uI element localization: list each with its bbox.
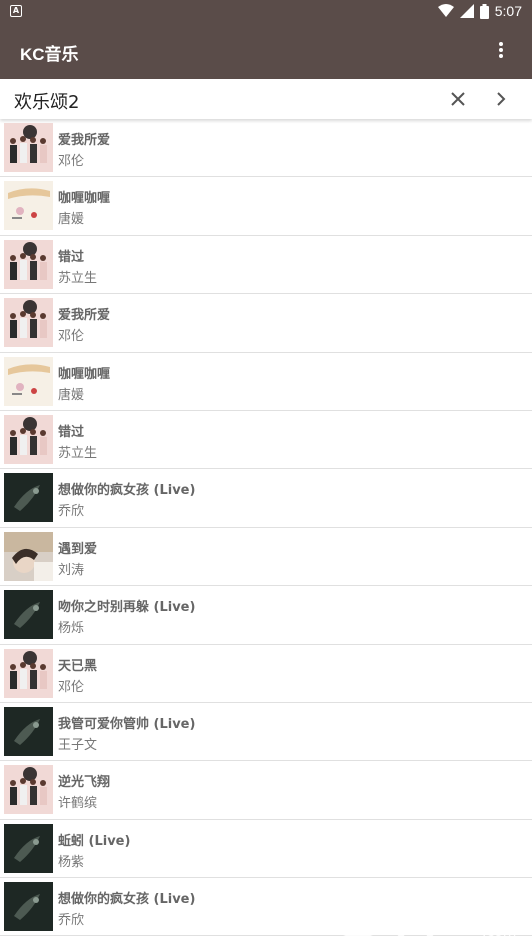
- song-list: 爱我所爱 邓伦 咖喱咖喱 唐媛 错过 苏立生 爱我所爱 邓伦 咖喱咖喱 唐媛 错过 苏立生 想做你的疯女…: [0, 119, 532, 937]
- song-artist: 许鹤缤: [58, 796, 98, 812]
- song-artist: 邓伦: [58, 329, 85, 345]
- song-artist: 唐媛: [58, 387, 85, 403]
- wifi-icon: [437, 4, 454, 17]
- song-title: 吻你之时别再躲 (Live): [58, 600, 196, 616]
- song-title: 天已黑: [58, 658, 98, 674]
- album-art: [4, 181, 53, 231]
- song-list-item[interactable]: 爱我所爱 邓伦: [0, 294, 532, 353]
- song-list-item[interactable]: 逆光飞翔 许鹤缤: [0, 761, 532, 820]
- album-art: [4, 473, 53, 523]
- svg-text:Q: Q: [342, 907, 361, 932]
- album-art: [4, 298, 53, 348]
- song-title: 想做你的疯女孩 (Live): [58, 483, 196, 499]
- battery-icon: [479, 3, 489, 19]
- album-art: [4, 239, 53, 289]
- song-list-item[interactable]: 蚯蚓 (Live) 杨紫: [0, 820, 532, 879]
- svg-text:腾牛网: 腾牛网: [470, 904, 506, 919]
- song-list-item[interactable]: 爱我所爱 邓伦: [0, 119, 532, 178]
- signal-icon: [459, 4, 474, 18]
- song-list-item[interactable]: 我管可爱你管帅 (Live) 王子文: [0, 703, 532, 762]
- app-title: KC音乐: [20, 45, 79, 64]
- app-bar: KC音乐: [0, 24, 532, 79]
- album-art: [4, 414, 53, 464]
- search-input[interactable]: 欢乐颂2: [14, 88, 79, 114]
- song-title: 遇到爱: [58, 541, 98, 557]
- song-artist: 杨紫: [58, 854, 85, 870]
- more-options-icon[interactable]: [498, 42, 504, 60]
- clock: 5:07: [494, 3, 522, 19]
- song-artist: 唐媛: [58, 212, 85, 228]
- song-artist: 王子文: [58, 737, 98, 753]
- song-title: 错过: [58, 424, 85, 440]
- song-title: 爱我所爱: [58, 308, 111, 324]
- song-list-item[interactable]: 遇到爱 刘涛: [0, 528, 532, 587]
- song-artist: 邓伦: [58, 154, 85, 169]
- song-list-item[interactable]: 错过 苏立生: [0, 411, 532, 470]
- song-title: 想做你的疯女孩 (Live): [58, 892, 196, 908]
- song-title: 错过: [58, 249, 85, 265]
- album-art: [4, 882, 53, 932]
- clear-icon[interactable]: [449, 90, 467, 108]
- song-artist: 刘涛: [58, 562, 85, 578]
- song-artist: 乔欣: [58, 913, 85, 929]
- album-art: [4, 706, 53, 756]
- song-title: 蚯蚓 (Live): [58, 833, 131, 849]
- album-art: [4, 590, 53, 640]
- album-art: [4, 648, 53, 698]
- svg-text:.com: .com: [482, 924, 516, 940]
- album-art: [4, 765, 53, 815]
- song-list-item[interactable]: 错过 苏立生: [0, 236, 532, 295]
- album-art: [4, 123, 53, 172]
- search-bar: 欢乐颂2: [0, 79, 532, 119]
- song-list-item[interactable]: 咖喱咖喱 唐媛: [0, 353, 532, 411]
- song-title: 逆光飞翔: [58, 775, 111, 791]
- song-list-item[interactable]: 想做你的疯女孩 (Live) 乔欣: [0, 469, 532, 528]
- album-art: [4, 531, 53, 581]
- song-artist: 苏立生: [58, 270, 98, 286]
- chevron-right-icon[interactable]: [492, 90, 510, 108]
- song-title: 咖喱咖喱: [58, 191, 111, 207]
- album-art: [4, 356, 53, 406]
- song-artist: 邓伦: [58, 679, 85, 695]
- song-artist: 乔欣: [58, 504, 85, 520]
- song-title: 我管可爱你管帅 (Live): [58, 716, 196, 732]
- song-list-item[interactable]: 咖喱咖喱 唐媛: [0, 177, 532, 236]
- song-list-item[interactable]: 天已黑 邓伦: [0, 645, 532, 703]
- status-bar: A 5:07: [0, 0, 532, 24]
- song-title: 咖喱咖喱: [58, 366, 111, 382]
- song-list-item[interactable]: 吻你之时别再躲 (Live) 杨烁: [0, 586, 532, 645]
- song-artist: 苏立生: [58, 445, 98, 461]
- song-title: 爱我所爱: [58, 133, 111, 148]
- song-artist: 杨烁: [58, 621, 85, 637]
- status-icons: 5:07: [437, 3, 522, 19]
- notification-icon: A: [10, 5, 22, 17]
- watermark-logo: Q QQTN 腾牛网 .com: [330, 898, 516, 943]
- album-art: [4, 823, 53, 873]
